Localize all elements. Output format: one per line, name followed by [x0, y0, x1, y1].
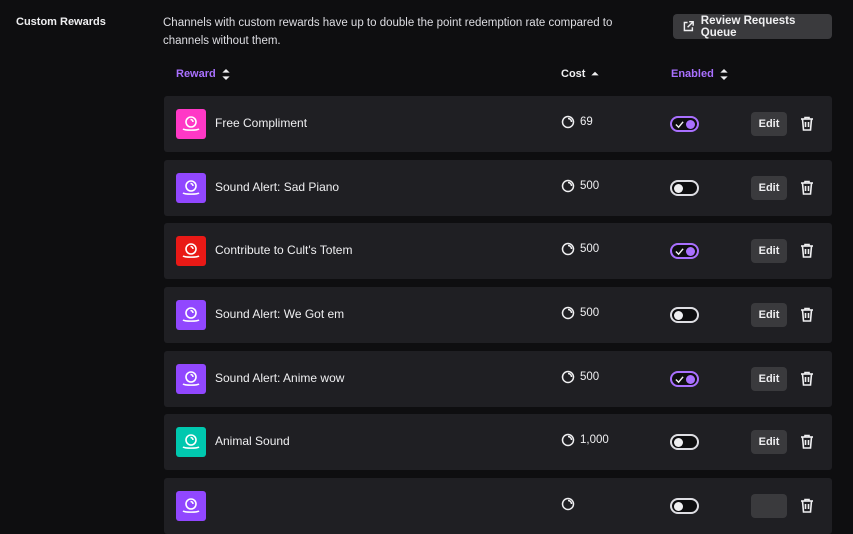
enabled-toggle[interactable]: [670, 498, 699, 514]
column-header-reward-label: Reward: [176, 68, 216, 80]
reward-name: Animal Sound: [215, 434, 290, 448]
toggle-knob: [674, 502, 683, 511]
toggle-knob: [686, 247, 695, 256]
trash-icon[interactable]: [800, 116, 814, 131]
channel-points-icon: [182, 243, 200, 258]
reward-thumbnail: [176, 109, 206, 139]
reward-cost-value: 500: [580, 307, 600, 319]
reward-cost-value: 1,000: [580, 434, 609, 446]
edit-button[interactable]: Edit: [751, 303, 787, 327]
channel-points-icon: [182, 434, 200, 449]
channel-points-icon: [561, 370, 575, 384]
channel-points-icon: [561, 497, 575, 511]
reward-cost: 500: [561, 242, 599, 256]
enabled-toggle[interactable]: [670, 243, 699, 259]
enabled-toggle[interactable]: [670, 434, 699, 450]
edit-button[interactable]: Edit: [751, 112, 787, 136]
external-link-icon: [683, 20, 694, 32]
enabled-toggle[interactable]: [670, 307, 699, 323]
review-requests-queue-label: Review Requests Queue: [700, 14, 796, 39]
trash-icon[interactable]: [800, 180, 814, 195]
trash-icon[interactable]: [800, 434, 814, 449]
channel-points-icon: [182, 371, 200, 386]
reward-cost: 1,000: [561, 433, 609, 447]
reward-row: Sound Alert: Sad Piano 500 Edit: [164, 160, 832, 216]
reward-cost: 500: [561, 179, 599, 193]
channel-points-icon: [561, 433, 575, 447]
column-header-reward[interactable]: Reward: [176, 68, 230, 80]
reward-thumbnail: [176, 173, 206, 203]
toggle-knob: [674, 184, 683, 193]
enabled-toggle[interactable]: [670, 371, 699, 387]
channel-points-icon: [561, 306, 575, 320]
reward-cost-value: 500: [580, 371, 600, 383]
toggle-knob: [674, 311, 683, 320]
edit-button[interactable]: Edit: [751, 367, 787, 391]
check-icon: [675, 248, 684, 256]
sort-ascending-icon: [591, 71, 600, 75]
reward-cost-value: 500: [580, 243, 600, 255]
edit-button[interactable]: Edit: [751, 239, 787, 263]
trash-icon[interactable]: [800, 307, 814, 322]
check-icon: [675, 121, 684, 129]
channel-points-icon: [561, 242, 575, 256]
reward-row: Contribute to Cult's Totem 500 Edit: [164, 223, 832, 279]
reward-cost: 500: [561, 370, 599, 384]
edit-button[interactable]: [751, 494, 787, 518]
channel-points-icon: [182, 180, 200, 195]
channel-points-icon: [182, 498, 200, 513]
reward-name: Sound Alert: Sad Piano: [215, 180, 340, 194]
reward-row: Animal Sound 1,000 Edit: [164, 414, 832, 470]
column-header-enabled[interactable]: Enabled: [671, 68, 728, 80]
reward-name: Free Compliment: [215, 116, 308, 130]
reward-thumbnail: [176, 491, 206, 521]
section-title: Custom Rewards: [16, 16, 106, 28]
review-requests-queue-button[interactable]: Review Requests Queue: [673, 14, 832, 39]
enabled-toggle[interactable]: [670, 116, 699, 132]
reward-thumbnail: [176, 364, 206, 394]
trash-icon[interactable]: [800, 498, 814, 513]
reward-row: Free Compliment 69 Edit: [164, 96, 832, 152]
reward-cost: [561, 497, 580, 511]
reward-thumbnail: [176, 236, 206, 266]
channel-points-icon: [561, 179, 575, 193]
sort-icon: [720, 68, 728, 80]
toggle-knob: [674, 438, 683, 447]
trash-icon[interactable]: [800, 371, 814, 386]
reward-name: Sound Alert: Anime wow: [215, 371, 345, 385]
trash-icon[interactable]: [800, 243, 814, 258]
toggle-knob: [686, 120, 695, 129]
column-header-enabled-label: Enabled: [671, 68, 714, 80]
check-icon: [675, 376, 684, 384]
reward-cost-value: 500: [580, 180, 600, 192]
reward-thumbnail: [176, 427, 206, 457]
reward-cost: 69: [561, 115, 593, 129]
column-header-cost[interactable]: Cost: [561, 68, 600, 80]
reward-row: Sound Alert: We Got em 500 Edit: [164, 287, 832, 343]
reward-row: [164, 478, 832, 534]
channel-points-icon: [561, 115, 575, 129]
enabled-toggle[interactable]: [670, 180, 699, 196]
section-description: Channels with custom rewards have up to …: [163, 17, 613, 47]
edit-button[interactable]: Edit: [751, 430, 787, 454]
reward-cost-value: 69: [580, 116, 593, 128]
reward-name: Contribute to Cult's Totem: [215, 243, 353, 257]
sort-icon: [222, 68, 230, 80]
reward-name: Sound Alert: We Got em: [215, 307, 345, 321]
edit-button[interactable]: Edit: [751, 176, 787, 200]
channel-points-icon: [182, 307, 200, 322]
channel-points-icon: [182, 116, 200, 131]
column-header-cost-label: Cost: [561, 68, 586, 80]
reward-thumbnail: [176, 300, 206, 330]
reward-row: Sound Alert: Anime wow 500 Edit: [164, 351, 832, 407]
toggle-knob: [686, 375, 695, 384]
reward-cost: 500: [561, 306, 599, 320]
